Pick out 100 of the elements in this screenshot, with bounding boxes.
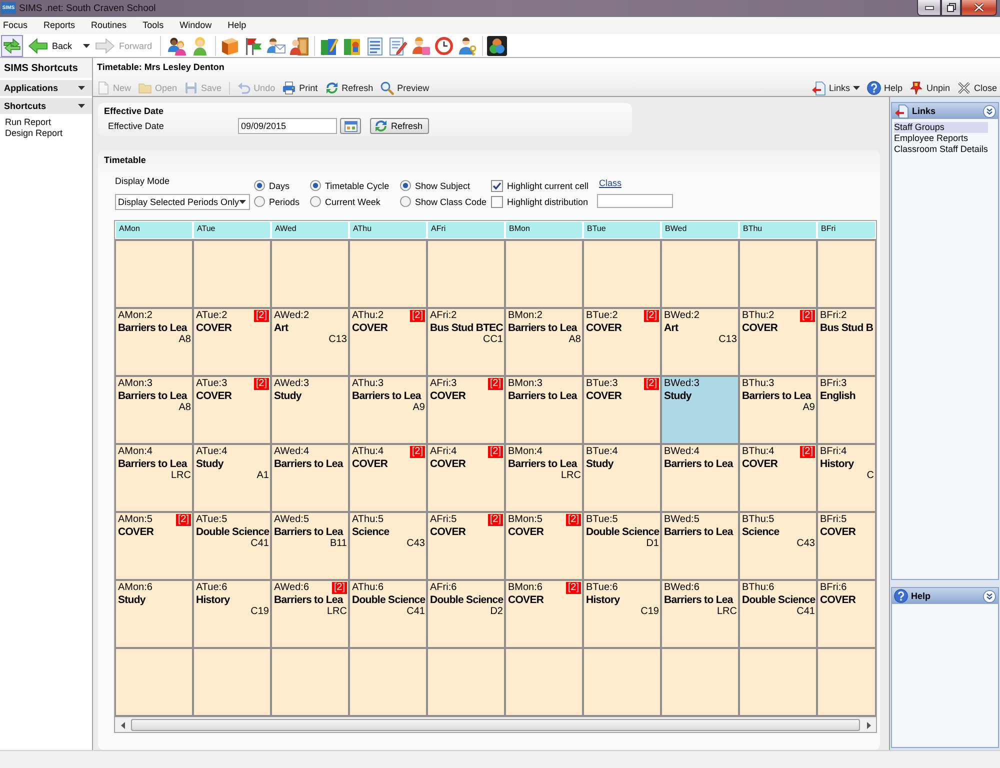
timetable-cell[interactable]: BTue:3 COVER [2] [584, 377, 660, 443]
timetable-cell[interactable]: BThu:4 COVER [2] [740, 445, 816, 511]
timetable-cell[interactable]: BThu:2 COVER [2] [740, 309, 816, 375]
timetable-cell[interactable]: AMon:5 COVER [2] [116, 513, 192, 579]
timetable-cell[interactable]: AThu:4 COVER [2] [350, 445, 426, 511]
checkbox-icon[interactable] [491, 196, 503, 208]
timetable-cell[interactable]: BFri:5 COVER [818, 513, 875, 579]
timetable-cell[interactable]: BThu:6 Double Science C41 [740, 581, 816, 647]
class-link[interactable]: Class [599, 178, 622, 189]
link-item[interactable]: Employee Reports [894, 133, 988, 144]
back-button[interactable]: Back [28, 34, 76, 56]
radio-icon[interactable] [310, 196, 321, 207]
menu-item[interactable]: Focus [0, 19, 36, 32]
timetable-cell[interactable]: ATue:5 Double Science C41 [194, 513, 270, 579]
timetable-cell[interactable] [506, 649, 582, 715]
timetable-cell[interactable]: BThu:5 Science C43 [740, 513, 816, 579]
timetable-cell[interactable] [662, 241, 738, 307]
timetable-cell[interactable]: BWed:5 Barriers to Lea [662, 513, 738, 579]
timetable-cell[interactable]: AThu:3 Barriers to Lea A9 [350, 377, 426, 443]
timetable-cell[interactable] [116, 241, 192, 307]
timetable-cell[interactable] [428, 241, 504, 307]
checkbox-button[interactable]: Highlight current cell [491, 179, 589, 192]
timetable-cell[interactable]: AThu:6 Double Science C41 [350, 581, 426, 647]
timetable-cell[interactable]: AWed:3 Study [272, 377, 348, 443]
shortcut-link[interactable]: Run Report [5, 117, 52, 128]
timetable-cell[interactable]: BMon:3 Barriers to Lea [506, 377, 582, 443]
timetable-cell[interactable] [818, 649, 875, 715]
timetable-cell[interactable]: BWed:3 Study [662, 377, 738, 443]
timetable-cell[interactable]: BFri:2 Bus Stud B [818, 309, 875, 375]
timetable-cell[interactable]: AWed:2 Art C13 [272, 309, 348, 375]
link-item[interactable]: Staff Groups [894, 122, 988, 133]
menu-item[interactable]: Window [172, 19, 220, 32]
minimize-button[interactable] [917, 0, 941, 16]
timetable-cell[interactable] [272, 241, 348, 307]
timetable-cell[interactable]: AWed:6 Barriers to Lea LRC [2] [272, 581, 348, 647]
toolbar-button[interactable] [166, 34, 188, 56]
timetable-cell[interactable]: BWed:4 Barriers to Lea [662, 445, 738, 511]
collapse-button[interactable] [982, 104, 996, 118]
timetable-cell[interactable]: AFri:3 COVER [2] [428, 377, 504, 443]
refresh-button[interactable]: Refresh [324, 81, 374, 95]
timetable-cell[interactable]: BWed:6 Barriers to Lea LRC [662, 581, 738, 647]
timetable-cell[interactable]: ATue:2 COVER [2] [194, 309, 270, 375]
timetable-cell[interactable] [350, 649, 426, 715]
radio-icon[interactable] [400, 180, 411, 191]
checkbox-icon[interactable] [491, 180, 503, 192]
links-button[interactable]: Links [810, 81, 860, 95]
radio-button[interactable]: Periods [254, 195, 300, 208]
radio-button[interactable]: Timetable Cycle [310, 179, 390, 192]
radio-icon[interactable] [254, 180, 265, 191]
link-item[interactable]: Classroom Staff Details [894, 144, 988, 155]
help-button[interactable]: Help [866, 81, 902, 95]
timetable-cell[interactable]: BFri:6 COVER [818, 581, 875, 647]
timetable-cell[interactable]: BMon:5 COVER [2] [506, 513, 582, 579]
timetable-cell[interactable]: BThu:3 Barriers to Lea A9 [740, 377, 816, 443]
date-field[interactable]: 09/09/2015 [238, 118, 337, 134]
timetable-cell[interactable]: ATue:4 Study A1 [194, 445, 270, 511]
timetable-cell[interactable]: AMon:2 Barriers to Lea A8 [116, 309, 192, 375]
toggle-button[interactable] [1, 34, 23, 56]
menu-item[interactable]: Tools [134, 19, 172, 32]
section-header[interactable]: Shortcuts [0, 98, 92, 114]
toolbar-button[interactable] [486, 34, 508, 56]
timetable-cell[interactable] [584, 241, 660, 307]
checkbox-button[interactable]: Highlight distribution [491, 195, 588, 208]
radio-icon[interactable] [310, 180, 321, 191]
timetable-cell[interactable]: BMon:6 COVER [2] [506, 581, 582, 647]
timetable-cell[interactable] [740, 241, 816, 307]
calendar-button[interactable] [340, 118, 361, 134]
preview-button[interactable]: Preview [380, 81, 430, 95]
timetable-cell[interactable] [272, 649, 348, 715]
timetable-cell[interactable]: AThu:5 Science C43 [350, 513, 426, 579]
timetable-cell[interactable]: BFri:4 History C [818, 445, 875, 511]
timetable-cell[interactable]: ATue:6 History C19 [194, 581, 270, 647]
input-field[interactable] [597, 194, 673, 208]
timetable-cell[interactable]: AFri:5 COVER [2] [428, 513, 504, 579]
display-mode-dropdown[interactable]: Display Selected Periods Only [115, 194, 250, 210]
timetable-cell[interactable]: BMon:4 Barriers to Lea LRC [506, 445, 582, 511]
menu-item[interactable]: Reports [36, 19, 84, 32]
timetable-cell[interactable]: BMon:2 Barriers to Lea A8 [506, 309, 582, 375]
timetable-cell[interactable]: AFri:4 COVER [2] [428, 445, 504, 511]
refresh-button[interactable]: Refresh [370, 118, 429, 134]
close-button[interactable]: Close [956, 81, 997, 95]
timetable-cell[interactable]: BTue:2 COVER [2] [584, 309, 660, 375]
timetable-cell[interactable]: AWed:5 Barriers to Lea B11 [272, 513, 348, 579]
timetable-cell[interactable] [584, 649, 660, 715]
collapse-button[interactable] [982, 590, 996, 602]
scrollbar-thumb[interactable] [131, 719, 860, 731]
radio-button[interactable]: Show Class Code [400, 195, 487, 208]
toolbar-button[interactable] [456, 34, 478, 56]
timetable-cell[interactable]: BTue:5 Double Science D1 [584, 513, 660, 579]
shortcut-link[interactable]: Design Report [5, 128, 63, 139]
timetable-cell[interactable]: AWed:4 Barriers to Lea [272, 445, 348, 511]
print-button[interactable]: Print [282, 81, 318, 95]
timetable-cell[interactable]: BTue:4 Study [584, 445, 660, 511]
close-button[interactable] [961, 0, 997, 16]
unpin-button[interactable]: Unpin [909, 81, 950, 95]
radio-button[interactable]: Current Week [310, 195, 380, 208]
radio-button[interactable]: Days [254, 179, 290, 192]
horizontal-scrollbar[interactable] [115, 717, 876, 732]
timetable-cell[interactable]: BTue:6 History C19 [584, 581, 660, 647]
timetable-cell[interactable]: AFri:2 Bus Stud BTEC CC1 [428, 309, 504, 375]
